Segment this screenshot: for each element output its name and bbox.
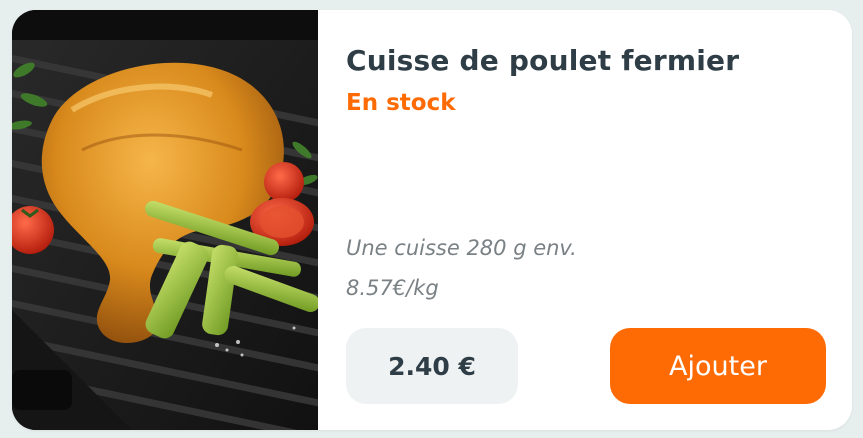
product-card: Cuisse de poulet fermier En stock Une cu… — [12, 10, 852, 430]
price-badge: 2.40 € — [346, 328, 518, 404]
description-weight: Une cuisse 280 g env. — [346, 236, 577, 260]
add-to-cart-button[interactable]: Ajouter — [610, 328, 826, 404]
product-title: Cuisse de poulet fermier — [346, 44, 740, 77]
product-image — [12, 10, 318, 430]
product-description: Une cuisse 280 g env. 8.57€/kg — [346, 228, 577, 308]
product-info: Cuisse de poulet fermier En stock Une cu… — [346, 10, 852, 430]
stock-status: En stock — [346, 90, 456, 116]
description-unit-price: 8.57€/kg — [346, 276, 439, 300]
